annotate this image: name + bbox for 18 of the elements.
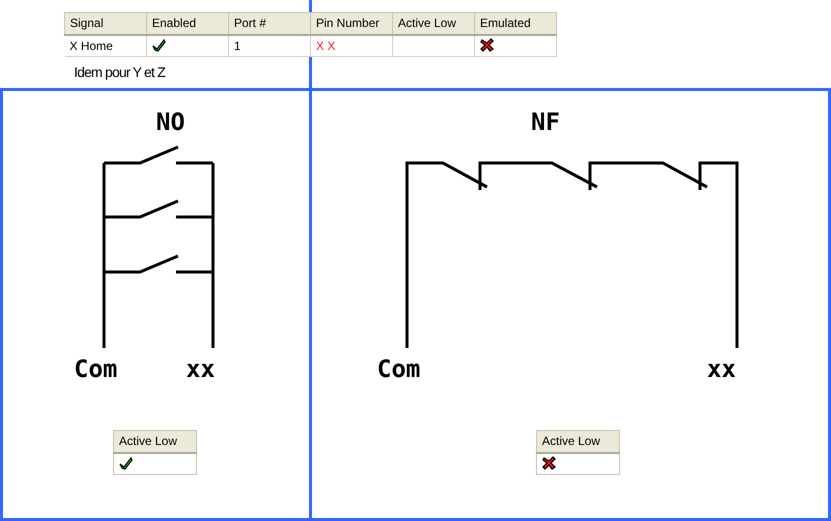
column-header[interactable]: Active Low bbox=[114, 430, 196, 452]
terminal-label: Com bbox=[377, 355, 420, 383]
table-cell: X X bbox=[310, 34, 392, 56]
column-header[interactable]: Port # bbox=[228, 12, 310, 34]
column-header[interactable]: Active Low bbox=[392, 12, 474, 34]
terminal-label: xx bbox=[707, 355, 736, 383]
column-header[interactable]: Emulated bbox=[474, 12, 556, 34]
column-header[interactable]: Pin Number bbox=[310, 12, 392, 34]
table-cell: X Home bbox=[64, 34, 146, 56]
terminal-label: Com bbox=[74, 355, 118, 383]
diagram-title: NO bbox=[156, 108, 185, 136]
table-cell: 1 bbox=[228, 34, 310, 56]
column-header[interactable]: Enabled bbox=[146, 12, 228, 34]
column-header[interactable]: Signal bbox=[64, 12, 146, 34]
note-text: Idem pour Y et Z bbox=[74, 64, 165, 80]
terminal-label: xx bbox=[186, 355, 215, 383]
column-header[interactable]: Active Low bbox=[536, 430, 620, 452]
diagram-title: NF bbox=[531, 108, 560, 136]
